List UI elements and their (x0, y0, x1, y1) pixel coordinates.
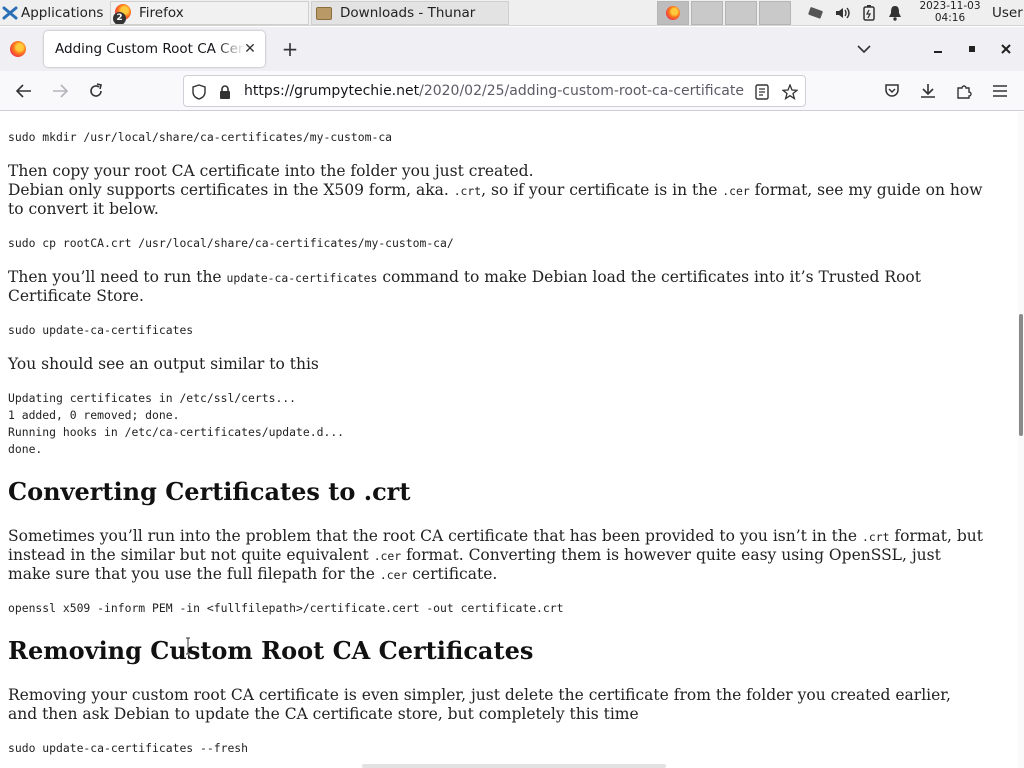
bookmark-star-icon[interactable] (781, 83, 799, 101)
code-openssl: openssl x509 -inform PEM -in <fullfilepa… (8, 601, 564, 615)
hamburger-menu-icon[interactable] (988, 79, 1012, 103)
paragraph-run-line-2: Certificate Store. (8, 287, 144, 305)
inline-code-cer: .cer (722, 184, 750, 198)
tab-adding-custom-root-ca[interactable]: Adding Custom Root CA Certificates ✕ (44, 31, 265, 67)
forward-arrow-icon[interactable] (48, 79, 72, 103)
browser-nav-bar: https://grumpytechie.net/2020/02/25/addi… (0, 71, 1024, 111)
heading-removing: Removing Custom Root CA Certificates (8, 636, 534, 665)
battery-icon[interactable] (858, 0, 880, 26)
output-line: 1 added, 0 removed; done. (8, 408, 180, 422)
page-content: sudo mkdir /usr/local/share/ca-certifica… (0, 112, 1018, 768)
firefox-view-icon[interactable] (10, 41, 28, 59)
inline-code-crt: .crt (862, 530, 890, 544)
lock-icon[interactable] (216, 83, 234, 101)
page-scrollbar[interactable] (1018, 112, 1024, 768)
code-cp: sudo cp rootCA.crt /usr/local/share/ca-c… (8, 236, 454, 250)
taskbar-firefox-label: Firefox (139, 5, 184, 21)
code-update: sudo update-ca-certificates (8, 323, 194, 337)
applications-menu[interactable]: Applications (0, 0, 112, 26)
workspace-4[interactable] (759, 1, 791, 25)
scrollbar-thumb[interactable] (1019, 314, 1023, 436)
pocket-icon[interactable] (880, 79, 904, 103)
code-mkdir: sudo mkdir /usr/local/share/ca-certifica… (8, 130, 393, 144)
code-fresh: sudo update-ca-certificates --fresh (8, 741, 249, 755)
address-bar[interactable]: https://grumpytechie.net/2020/02/25/addi… (183, 75, 806, 107)
paragraph-convert-line-1: Sometimes you’ll run into the problem th… (8, 527, 983, 545)
output-line: done. (8, 442, 43, 456)
paragraph-convert-line-3: make sure that you use the full filepath… (8, 565, 498, 583)
notification-bell-icon[interactable] (884, 0, 906, 26)
applications-label: Applications (21, 5, 104, 21)
clock-time: 04:16 (934, 11, 966, 24)
new-tab-button[interactable]: + (279, 39, 301, 61)
heading-converting: Converting Certificates to .crt (8, 477, 411, 506)
taskbar-thunar[interactable]: Downloads - Thunar (311, 1, 509, 25)
paragraph-run-line-1: Then you’ll need to run the update-ca-ce… (8, 268, 921, 286)
text-cursor-icon (186, 637, 190, 655)
downloads-icon[interactable] (916, 79, 940, 103)
browser-tab-bar: Adding Custom Root CA Certificates ✕ + (0, 27, 1024, 71)
workspace-1[interactable] (657, 1, 689, 25)
output-line: Updating certificates in /etc/ssl/certs.… (8, 391, 297, 405)
taskbar-firefox[interactable]: 2 Firefox (110, 1, 309, 25)
minimize-window-icon[interactable] (926, 37, 950, 61)
inline-code-cer: .cer (379, 568, 408, 582)
workspace-3[interactable] (725, 1, 757, 25)
paragraph-copy-line-2: Debian only supports certificates in the… (8, 181, 983, 199)
folder-icon (316, 4, 334, 22)
paragraph-output: You should see an output similar to this (8, 355, 319, 373)
inline-code-crt: .crt (453, 184, 482, 198)
inline-code-cer: .cer (373, 549, 402, 563)
user-menu[interactable]: User (992, 0, 1023, 26)
desktop-panel: Applications 2 Firefox Downloads - Thuna… (0, 0, 1024, 26)
url-host: https://grumpytechie.net (244, 83, 420, 99)
workspace-2[interactable] (691, 1, 723, 25)
window-count-badge: 2 (113, 12, 126, 24)
inline-code-update-ca: update-ca-certificates (226, 271, 378, 285)
url-text[interactable]: https://grumpytechie.net/2020/02/25/addi… (244, 83, 744, 99)
clock-date: 2023-11-03 (919, 0, 981, 12)
reader-view-icon[interactable] (753, 83, 771, 101)
xfce-logo-icon (2, 6, 18, 20)
tab-title: Adding Custom Root CA Certificates (55, 41, 245, 57)
paragraph-copy-line-1: Then copy your root CA certificate into … (8, 162, 534, 180)
list-all-tabs-chevron-icon[interactable] (852, 37, 876, 61)
back-arrow-icon[interactable] (12, 79, 36, 103)
panel-clock[interactable]: 2023-11-03 04:16 (913, 0, 987, 24)
network-icon[interactable] (804, 0, 828, 26)
paragraph-convert-line-2: instead in the similar but not quite equ… (8, 546, 941, 564)
url-path: /2020/02/25/adding-custom-root-ca-certif… (419, 83, 744, 99)
volume-icon[interactable] (832, 0, 854, 26)
maximize-window-icon[interactable] (960, 37, 984, 61)
reload-icon[interactable] (84, 79, 108, 103)
firefox-task-icon: 2 (113, 4, 133, 24)
tracking-protection-shield-icon[interactable] (190, 83, 208, 101)
tab-close-icon[interactable]: ✕ (241, 40, 259, 58)
status-bar-hint (362, 764, 666, 768)
paragraph-remove-line-2: and then ask Debian to update the CA cer… (8, 705, 639, 723)
taskbar-thunar-label: Downloads - Thunar (340, 5, 476, 21)
firefox-mini-icon (666, 6, 680, 20)
close-window-icon[interactable] (994, 37, 1018, 61)
paragraph-copy-line-3: to convert it below. (8, 200, 159, 218)
paragraph-remove-line-1: Removing your custom root CA certificate… (8, 686, 951, 704)
output-line: Running hooks in /etc/ca-certificates/up… (8, 425, 345, 439)
extensions-puzzle-icon[interactable] (952, 79, 976, 103)
